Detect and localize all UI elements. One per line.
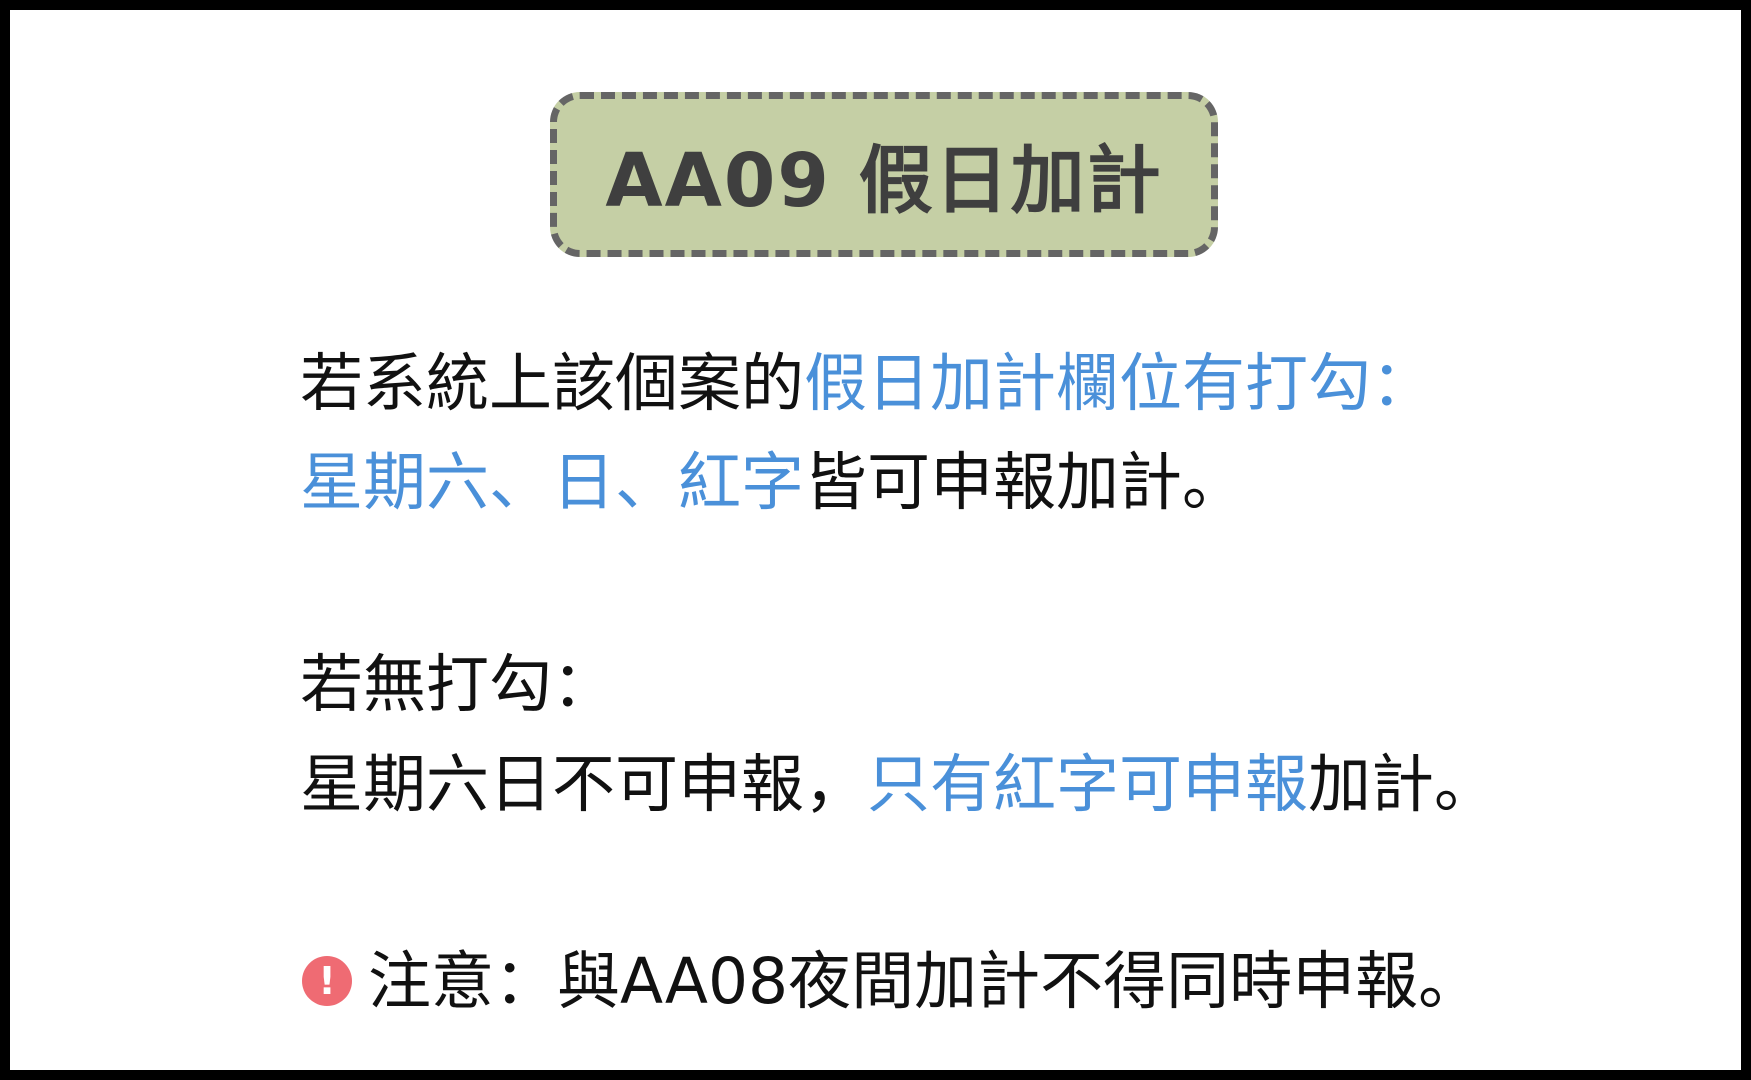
paragraph1-line2-text: 皆可申報加計。	[804, 446, 1245, 519]
note-text: 注意：與AA08夜間加計不得同時申報。	[368, 945, 1482, 1018]
paragraph2-line1-text: 若無打勾：	[300, 648, 615, 721]
paragraph1-line1: 若系統上該個案的假日加計欄位有打勾：	[300, 344, 1434, 424]
page-title: AA09 假日加計	[605, 138, 1163, 224]
paragraph2-line2-text: 星期六日不可申報，	[300, 748, 867, 821]
paragraph2-line2-suffix: 加計。	[1308, 748, 1497, 821]
exclamation-icon: !	[302, 955, 352, 1006]
title-box: AA09 假日加計	[550, 92, 1218, 257]
page-frame: AA09 假日加計 若系統上該個案的假日加計欄位有打勾： 星期六、日、紅字皆可申…	[0, 0, 1751, 1080]
paragraph1-line2: 星期六、日、紅字皆可申報加計。	[300, 443, 1245, 523]
paragraph1-line2-highlight: 星期六、日、紅字	[300, 446, 804, 519]
note-line: ! 注意：與AA08夜間加計不得同時申報。	[302, 942, 1481, 1022]
paragraph1-line1-highlight: 假日加計欄位有打勾：	[804, 347, 1434, 420]
paragraph2-line2-highlight: 只有紅字可申報	[867, 748, 1308, 821]
paragraph2-line2: 星期六日不可申報，只有紅字可申報加計。	[300, 745, 1497, 825]
paragraph2-line1: 若無打勾：	[300, 645, 615, 725]
paragraph1-line1-text: 若系統上該個案的	[300, 347, 804, 420]
